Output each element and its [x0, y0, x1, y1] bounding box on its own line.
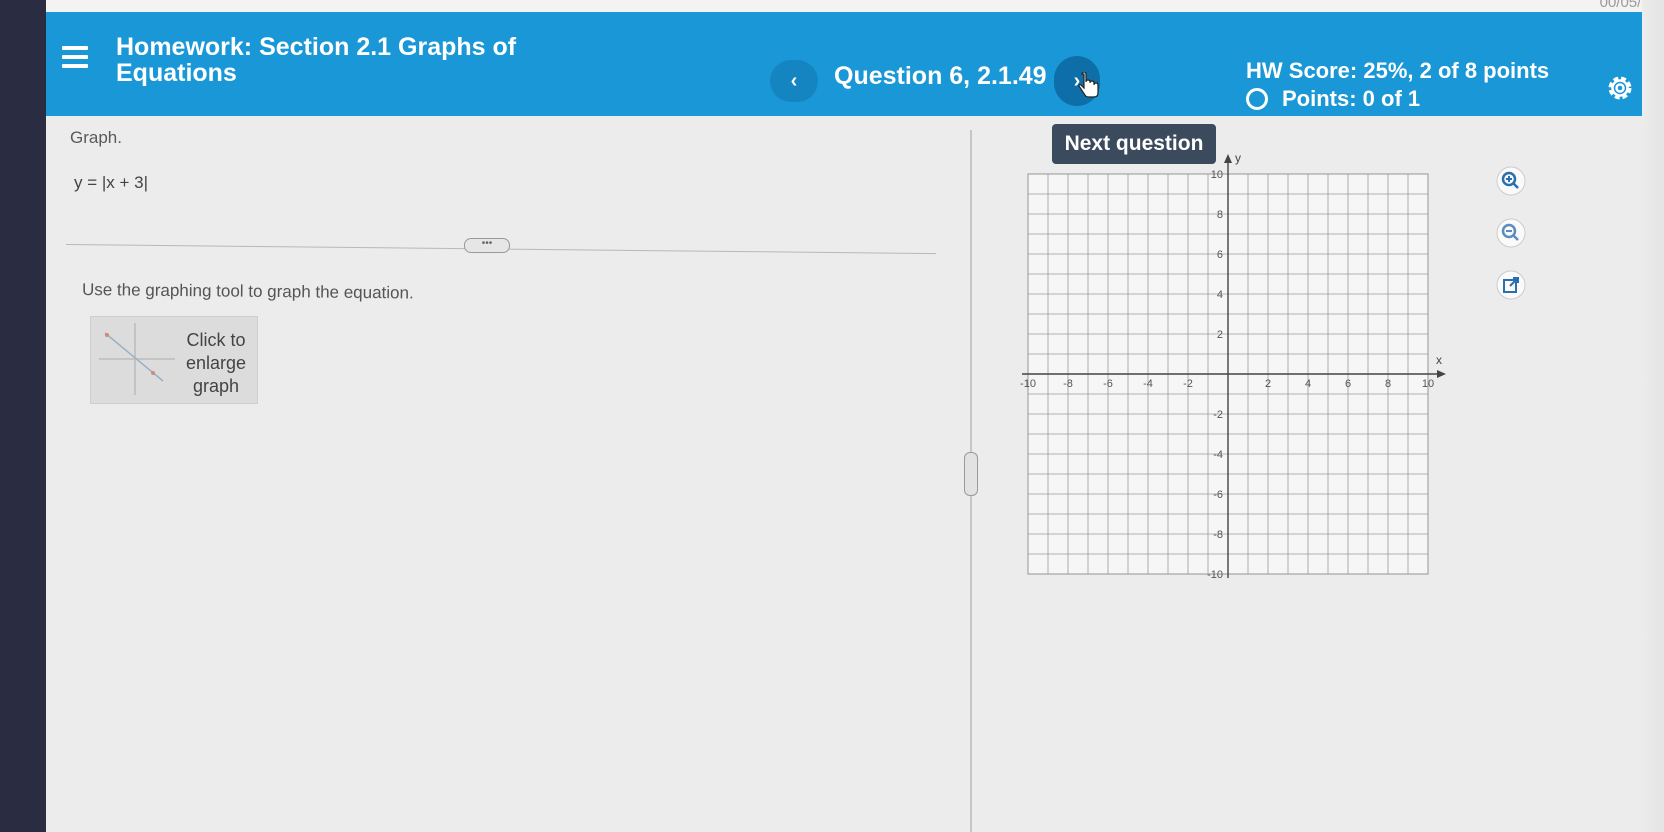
instruction-text: Use the graphing tool to graph the equat…: [81, 280, 414, 303]
zoom-out-icon[interactable]: [1496, 218, 1526, 248]
y-tick-label: 10: [1211, 169, 1223, 181]
previous-question-button[interactable]: ‹: [770, 60, 818, 102]
graphing-tool-canvas[interactable]: x y -10 -8 -6 -4 -2 2 4 6 8 10 10 8 6 4 2 -2 -4 -6 -8 -10: [1008, 150, 1466, 610]
x-tick-label: -8: [1063, 378, 1073, 390]
y-tick-label: -2: [1213, 409, 1223, 421]
y-tick-label: 4: [1217, 289, 1223, 301]
screen-edge-right: [1642, 0, 1664, 832]
top-strip: 00/05/22: [46, 0, 1664, 12]
homework-header: Homework: Section 2.1 Graphs of Equation…: [46, 12, 1664, 116]
x-tick-label: 4: [1305, 378, 1311, 390]
x-tick-label: -2: [1183, 378, 1193, 390]
equation-text: y = |x + 3|: [74, 173, 149, 192]
y-tick-label: -10: [1207, 569, 1223, 581]
y-tick-label: 8: [1217, 209, 1223, 221]
y-axis-label: y: [1235, 151, 1241, 165]
enlarge-graph-button[interactable]: Click to enlarge graph: [90, 316, 258, 404]
gear-icon[interactable]: [1604, 72, 1636, 104]
zoom-in-icon[interactable]: [1496, 166, 1526, 196]
points-status: Points: 0 of 1: [1246, 86, 1420, 112]
x-axis-label: x: [1436, 353, 1442, 367]
question-label: Question 6, 2.1.49: [834, 62, 1047, 90]
x-tick-label: 8: [1385, 378, 1391, 390]
x-tick-label: 2: [1265, 378, 1271, 390]
x-tick-label: 10: [1422, 378, 1434, 390]
hamburger-menu-icon[interactable]: [62, 46, 88, 68]
screen-bezel-left: [0, 0, 46, 832]
x-axis-arrow: [1437, 370, 1446, 378]
question-panel: Graph. y = |x + 3| ••• Use the graphing …: [46, 116, 966, 832]
expand-handle[interactable]: •••: [464, 238, 510, 253]
homework-title: Homework: Section 2.1 Graphs of Equation…: [116, 33, 517, 87]
y-tick-label: -4: [1213, 449, 1223, 461]
expand-icon[interactable]: [1496, 270, 1526, 300]
panel-resize-handle[interactable]: [964, 452, 978, 496]
y-tick-label: 6: [1217, 249, 1223, 261]
y-axis-arrow: [1224, 154, 1232, 163]
x-tick-label: -4: [1143, 378, 1153, 390]
browser-screen: 00/05/22 Homework: Section 2.1 Graphs of…: [46, 0, 1664, 832]
points-text: Points: 0 of 1: [1282, 86, 1421, 111]
circle-status-icon: [1246, 88, 1268, 110]
y-tick-label: -6: [1213, 489, 1223, 501]
enlarge-graph-label: Click to enlarge graph: [185, 330, 247, 396]
graph-thumbnail-icon: [99, 323, 175, 395]
x-tick-label: -6: [1103, 378, 1113, 390]
hand-cursor-icon: [1078, 72, 1099, 98]
y-tick-label: -8: [1213, 529, 1223, 541]
prompt-label: Graph.: [70, 128, 122, 147]
x-tick-label: 6: [1345, 378, 1351, 390]
hw-score: HW Score: 25%, 2 of 8 points: [1246, 58, 1550, 83]
x-tick-label: -10: [1020, 378, 1036, 390]
y-tick-label: 2: [1217, 329, 1223, 341]
